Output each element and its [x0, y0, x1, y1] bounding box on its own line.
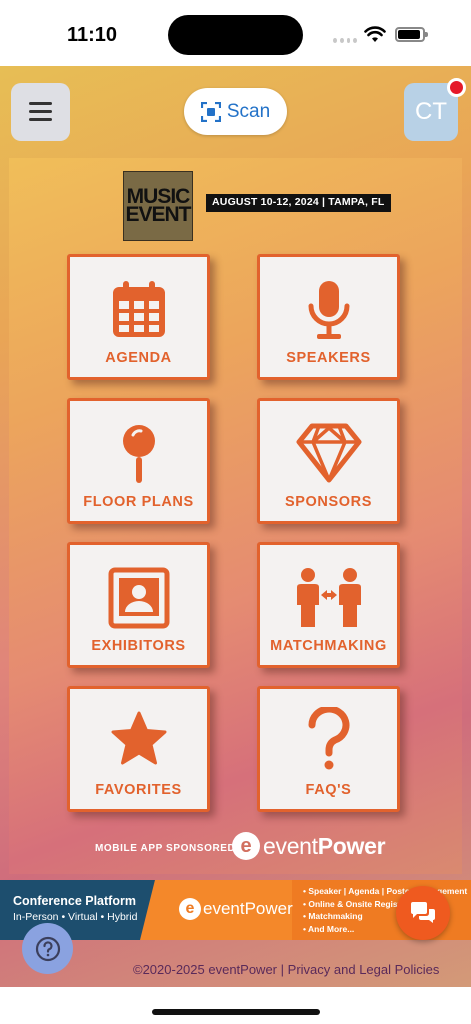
menu-button[interactable] [11, 83, 70, 141]
tile-sponsors[interactable]: SPONSORS [257, 398, 400, 524]
brand-suffix: Power [317, 832, 386, 859]
chat-button[interactable] [396, 886, 450, 940]
star-icon [111, 711, 166, 765]
tile-label: SPONSORS [285, 494, 372, 510]
dynamic-island [168, 15, 303, 55]
footer: ©2020-2025 eventPower | Privacy and Lega… [133, 962, 439, 977]
notification-badge [447, 78, 466, 97]
copyright-text: ©2020-2025 eventPower [133, 962, 278, 977]
tile-faqs[interactable]: FAQ'S [257, 686, 400, 812]
eventpower-logo-icon: e [232, 832, 260, 860]
portrait-icon [108, 567, 169, 629]
brand-prefix: event [263, 832, 318, 859]
tile-label: FAQ'S [305, 782, 352, 798]
wifi-icon [364, 26, 386, 42]
help-button[interactable] [22, 923, 73, 974]
tile-label: MATCHMAKING [270, 638, 387, 654]
eventpower-logo: e eventPower [232, 832, 386, 860]
microphone-icon [308, 281, 349, 339]
event-dates: AUGUST 10-12, 2024 | TAMPA, FL [206, 194, 391, 212]
cellular-signal-icon [333, 38, 357, 43]
event-logo: MUSIC EVENT [123, 171, 193, 241]
tile-label: AGENDA [105, 350, 172, 366]
tile-matchmaking[interactable]: MATCHMAKING [257, 542, 400, 668]
banner-subtitle: In-Person • Virtual • Hybrid [13, 911, 138, 923]
chat-bubbles-icon [411, 902, 435, 923]
scan-label: Scan [226, 100, 271, 122]
battery-icon [395, 27, 428, 42]
banner-brand: eventPower [203, 899, 293, 918]
qr-scan-icon [200, 101, 221, 122]
tile-label: EXHIBITORS [91, 638, 186, 654]
tile-speakers[interactable]: SPEAKERS [257, 254, 400, 380]
privacy-link[interactable]: Privacy and Legal Policies [288, 962, 440, 977]
event-logo-line2: EVENT [125, 203, 191, 226]
eventpower-logo-icon: e [179, 898, 201, 920]
tile-label: FAVORITES [95, 782, 182, 798]
diamond-icon [296, 423, 361, 483]
question-mark-icon [308, 707, 349, 770]
scan-button[interactable]: Scan [184, 88, 287, 135]
tile-label: FLOOR PLANS [83, 494, 194, 510]
tile-favorites[interactable]: FAVORITES [67, 686, 210, 812]
tile-agenda[interactable]: AGENDA [67, 254, 210, 380]
map-pin-icon [122, 425, 155, 483]
status-bar: 11:10 [0, 0, 471, 66]
home-indicator [152, 1009, 320, 1015]
tile-exhibitors[interactable]: EXHIBITORS [67, 542, 210, 668]
banner-logo: e eventPower [179, 898, 293, 920]
question-circle-icon [35, 936, 60, 961]
tile-label: SPEAKERS [286, 350, 371, 366]
banner-title: Conference Platform [13, 894, 136, 908]
footer-separator: | [280, 962, 285, 977]
tile-floor-plans[interactable]: FLOOR PLANS [67, 398, 210, 524]
people-exchange-icon [296, 568, 361, 627]
calendar-icon [112, 281, 165, 337]
status-time: 11:10 [67, 24, 118, 46]
